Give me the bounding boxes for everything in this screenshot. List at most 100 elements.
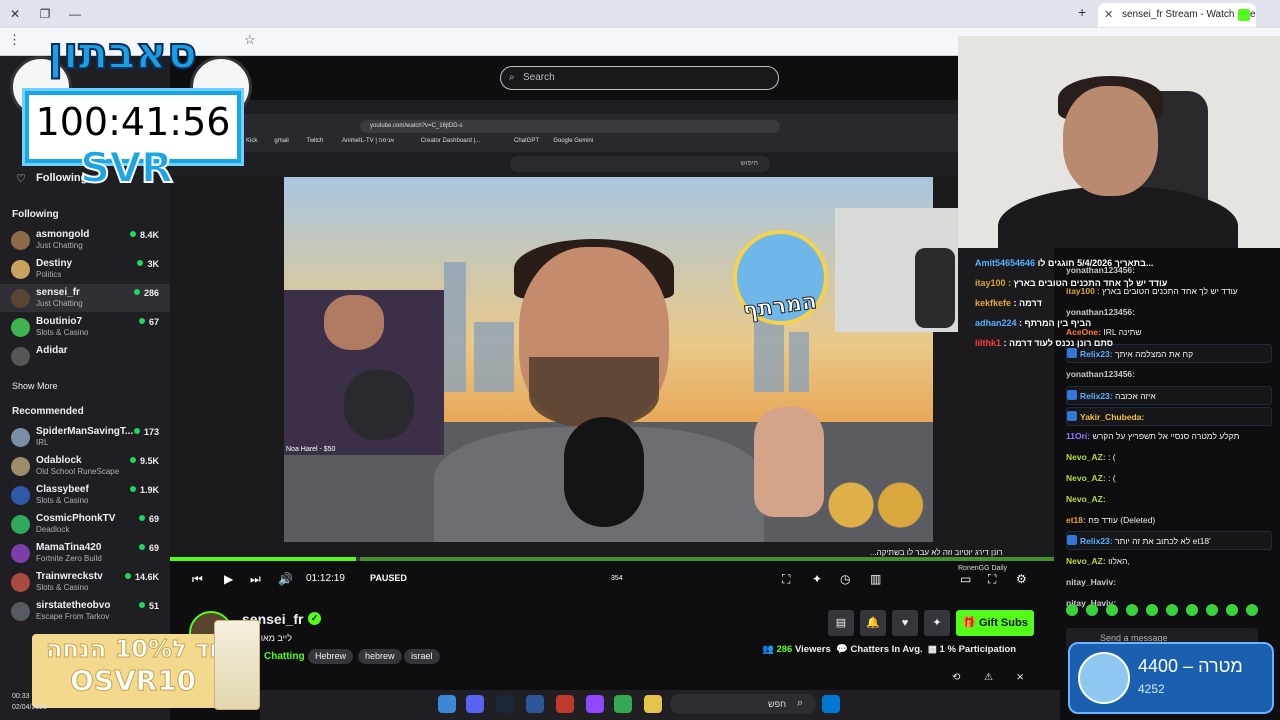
- sidebar-channel[interactable]: MamaTina420 Fortnite Zero Build 69: [0, 539, 170, 567]
- windows-start-icon[interactable]: [822, 695, 840, 713]
- channel-avatar-icon: [11, 289, 30, 308]
- rewind-icon[interactable]: ⏮: [192, 572, 203, 587]
- chat-username[interactable]: Nevo_AZ:: [1066, 556, 1106, 566]
- chat-message: 11Ori: תקלע למטרה סנסיי אל תשפריץ על הקר…: [1066, 427, 1272, 446]
- taskbar-search[interactable]: חפש: [670, 694, 816, 714]
- channel-name: Destiny: [36, 258, 73, 269]
- inner-browser-tabs: [170, 100, 958, 114]
- sparkle-icon[interactable]: ✦: [812, 572, 822, 586]
- like-count: 354: [611, 575, 623, 582]
- chat-text: : (: [1108, 452, 1116, 463]
- chat-username[interactable]: Relix23:: [1080, 391, 1113, 401]
- inner-url: youtube.com/watch?v=C_16jtDD-s: [360, 120, 780, 133]
- chat-text: קח את המצלמה איתך: [1114, 349, 1194, 360]
- sidebar-channel[interactable]: sirstatetheobvo Escape From Tarkov 51: [0, 597, 170, 625]
- goal-dash: –: [1183, 656, 1194, 676]
- notes-button[interactable]: ▤: [828, 610, 854, 636]
- sidebar-channel[interactable]: Classybeef Slots & Casino 1.9K: [0, 481, 170, 509]
- emote-icon[interactable]: [1186, 604, 1198, 616]
- chat-username[interactable]: Yakir_Chubeda:: [1080, 412, 1144, 422]
- chat-username[interactable]: Relix23:: [1080, 349, 1113, 359]
- new-tab-button[interactable]: +: [1078, 4, 1094, 24]
- play-icon[interactable]: ▶: [224, 572, 233, 586]
- sidebar-channel[interactable]: Adidar: [0, 342, 170, 370]
- chrome-icon[interactable]: [614, 695, 632, 713]
- forward-icon[interactable]: ⏭: [250, 572, 261, 587]
- channel-category: Just Chatting: [36, 299, 83, 308]
- chat-message: Nevo_AZ: האלוו,: [1066, 552, 1272, 571]
- emote-icon[interactable]: [1166, 604, 1178, 616]
- sidebar-channel[interactable]: asmongold Just Chatting 8.4K: [0, 226, 170, 254]
- small-cam-overlay: Noa Harel - $50: [284, 290, 444, 455]
- sidebar-channel[interactable]: Trainwreckstv Slots & Casino 14.6K: [0, 568, 170, 596]
- volume-icon[interactable]: 🔊: [278, 572, 293, 586]
- heart-button[interactable]: ♥: [892, 610, 918, 636]
- steam-icon[interactable]: [496, 695, 514, 713]
- chat-username[interactable]: yonathan123456:: [1066, 307, 1135, 317]
- tag-hebrew-lower[interactable]: hebrew: [358, 649, 402, 664]
- sidebar-channel[interactable]: CosmicPhonkTV Deadlock 69: [0, 510, 170, 538]
- chat-username[interactable]: et18:: [1066, 515, 1086, 525]
- tag-hebrew[interactable]: Hebrew: [308, 649, 354, 664]
- chat-username[interactable]: 11Ori:: [1066, 431, 1090, 441]
- sparkle-button[interactable]: ✦: [924, 610, 950, 636]
- gold-ornaments: [818, 475, 928, 535]
- telegram-icon[interactable]: [438, 695, 456, 713]
- category-link[interactable]: Chatting: [264, 651, 305, 662]
- tag-israel[interactable]: israel: [404, 649, 440, 664]
- search-input[interactable]: ⌕ Search: [500, 66, 779, 90]
- rewind-10-icon[interactable]: ◷: [840, 572, 850, 586]
- clip-icon[interactable]: ⛶: [782, 572, 790, 587]
- sidebar-channel[interactable]: Boutinio7 Slots & Casino 67: [0, 313, 170, 341]
- chat-username[interactable]: AceOne:: [1066, 327, 1101, 337]
- emote-icon[interactable]: [1226, 604, 1238, 616]
- fullscreen-icon[interactable]: ⛶: [988, 572, 996, 587]
- close-tab-icon[interactable]: ✕: [1104, 3, 1113, 27]
- emote-icon[interactable]: [1146, 604, 1158, 616]
- twitch-app-icon[interactable]: [586, 695, 604, 713]
- report-icon[interactable]: ⚠: [984, 672, 993, 683]
- show-more-link[interactable]: Show More: [12, 381, 58, 391]
- minimize-window-icon[interactable]: —: [66, 5, 84, 23]
- chat-username[interactable]: Nevo_AZ:: [1066, 452, 1106, 462]
- timecode: 01:12:19: [306, 573, 345, 584]
- sidebar-channel[interactable]: Odablock Old School RuneScape 9.5K: [0, 452, 170, 480]
- restore-window-icon[interactable]: ❐: [36, 5, 54, 23]
- sidebar-channel[interactable]: sensei_fr Just Chatting 286: [0, 284, 170, 312]
- sidebar-channel[interactable]: SpiderManSavingT... IRL 173: [0, 423, 170, 451]
- emote-icon[interactable]: [1126, 604, 1138, 616]
- settings-icon[interactable]: ⚙: [1016, 572, 1027, 586]
- emote-icon[interactable]: [1066, 604, 1078, 616]
- bell-icon[interactable]: 🔔: [860, 610, 886, 636]
- channel-name: sensei_fr: [36, 287, 80, 298]
- close-window-icon[interactable]: ✕: [6, 5, 24, 23]
- chat-username[interactable]: yonathan123456:: [1066, 369, 1135, 379]
- notepad-icon[interactable]: [526, 695, 544, 713]
- chat-message: yonathan123456:: [1066, 365, 1272, 384]
- discord-icon[interactable]: [466, 695, 484, 713]
- chat-text: IRL שתינה: [1103, 327, 1142, 338]
- mute-icon[interactable]: ⨯: [1016, 672, 1024, 683]
- share-icon[interactable]: ⟲: [952, 672, 960, 683]
- inner-bookmark: AnimeIL-TV | אנימה: [342, 138, 395, 144]
- emote-icon[interactable]: [1206, 604, 1218, 616]
- emote-icon[interactable]: [1246, 604, 1258, 616]
- app-icon[interactable]: [556, 695, 574, 713]
- emote-icon[interactable]: [1086, 604, 1098, 616]
- emote-icon[interactable]: [1106, 604, 1118, 616]
- menu-dots-icon[interactable]: ⋮: [8, 32, 21, 48]
- sidebar-channel[interactable]: Destiny Politics 3K: [0, 255, 170, 283]
- bookmark-star-icon[interactable]: ☆: [244, 32, 256, 48]
- chat-username[interactable]: Nevo_AZ:: [1066, 473, 1106, 483]
- folder-icon[interactable]: [644, 695, 662, 713]
- stats-icon[interactable]: ▥: [870, 572, 881, 586]
- browser-tab[interactable]: ✕ sensei_fr Stream - Watch Live o: [1098, 3, 1256, 27]
- chat-message: Nevo_AZ: : (: [1066, 448, 1272, 467]
- chat-username[interactable]: Nevo_AZ:: [1066, 494, 1106, 504]
- gift-subs-button[interactable]: 🎁 Gift Subs: [956, 610, 1034, 636]
- chat-username[interactable]: nitay_Haviv:: [1066, 577, 1116, 587]
- mod-badge-icon: [1067, 410, 1077, 421]
- theater-icon[interactable]: ▭: [960, 572, 971, 586]
- chat-username[interactable]: Relix23:: [1080, 536, 1113, 546]
- progress-bar[interactable]: [170, 557, 1054, 561]
